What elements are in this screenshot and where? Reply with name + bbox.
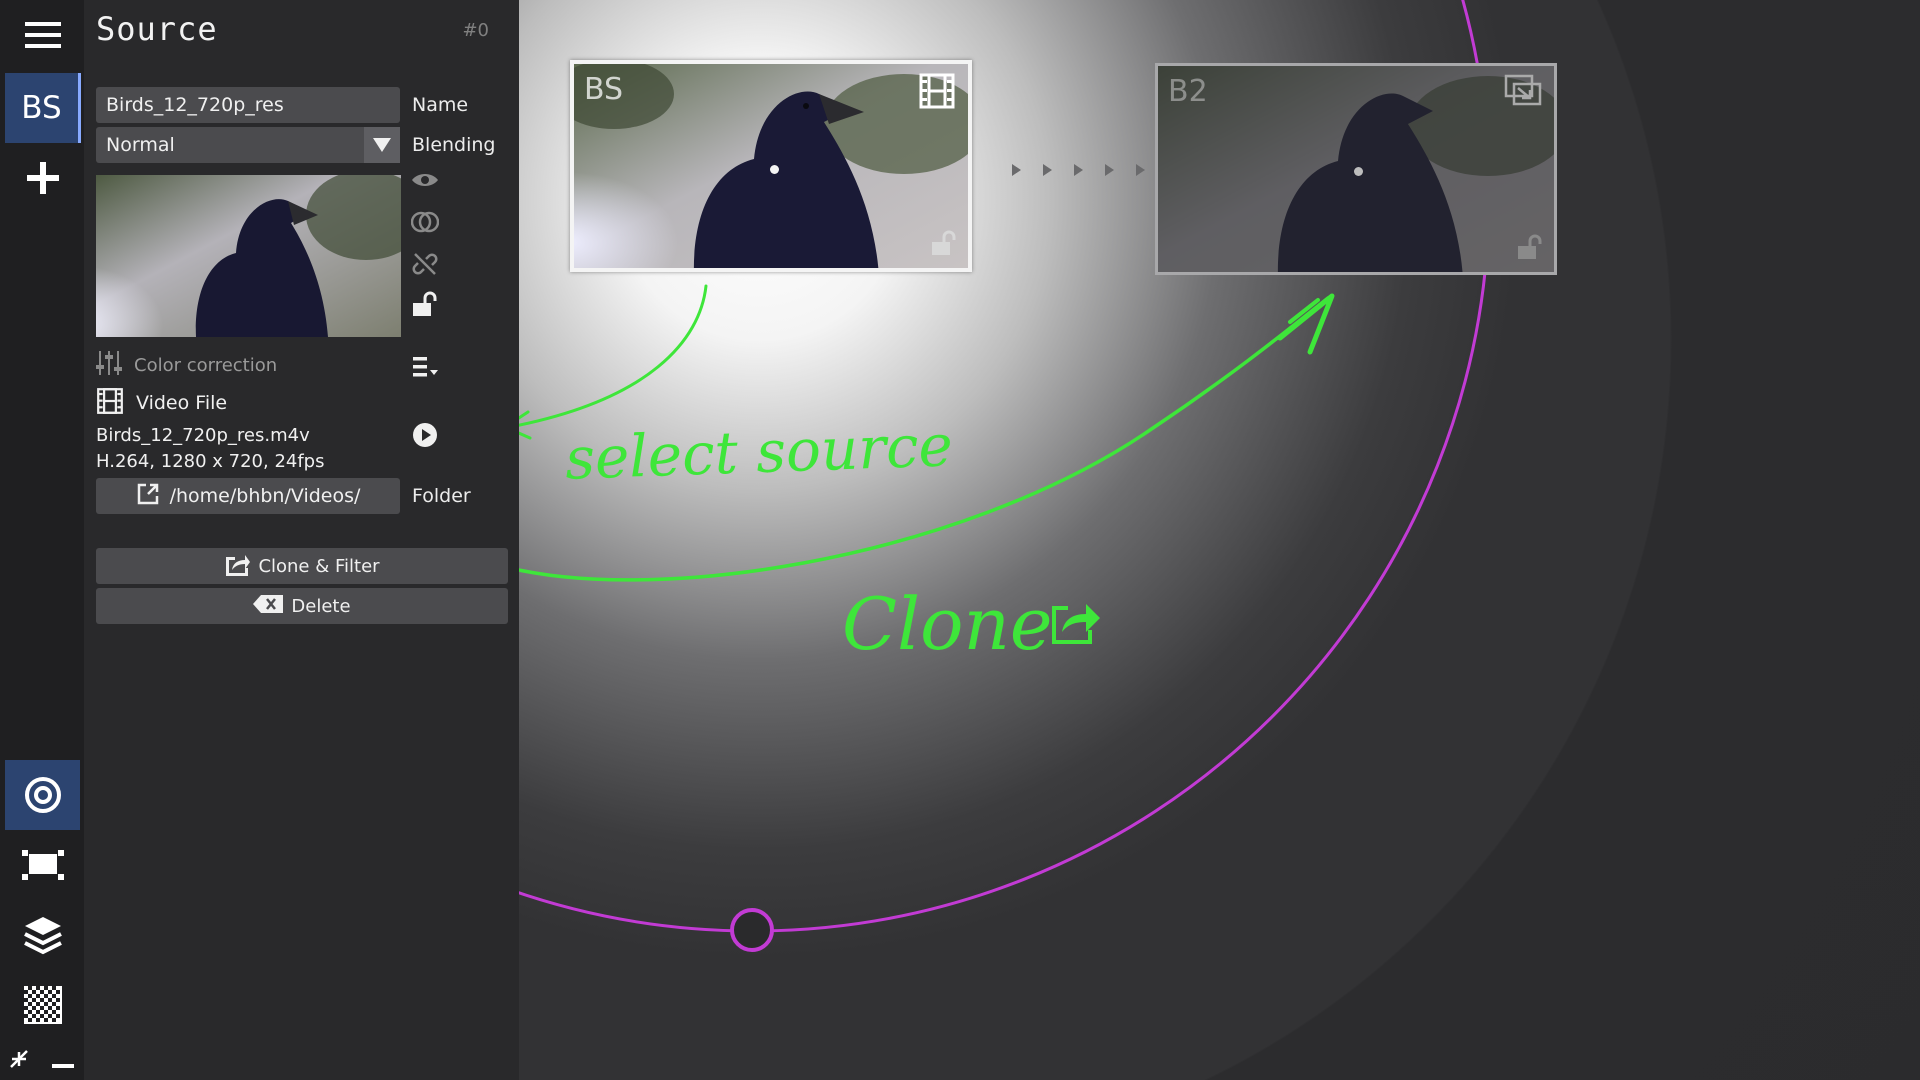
source-node-bs[interactable]: BS [570, 60, 972, 272]
color-correction-label: Color correction [134, 354, 278, 376]
menu-icon[interactable] [5, 0, 80, 70]
collapse-icon[interactable] [8, 1048, 30, 1074]
geometry-icon[interactable] [5, 830, 80, 900]
name-field[interactable]: Birds_12_720p_res [96, 87, 400, 123]
external-link-icon [136, 482, 160, 511]
clone-icon [224, 552, 251, 581]
panel-title: Source [96, 10, 218, 48]
name-label: Name [412, 94, 469, 116]
checkerboard-icon[interactable] [5, 970, 80, 1040]
folder-path: /home/bhbn/Videos/ [169, 485, 361, 507]
layers-icon[interactable] [5, 900, 80, 970]
node-center-dot [770, 165, 779, 174]
node-label: B2 [1168, 74, 1208, 109]
folder-label: Folder [412, 485, 471, 507]
minus-icon[interactable] [52, 1064, 74, 1068]
backspace-icon [253, 594, 284, 618]
node-label: BS [584, 72, 624, 107]
clone-filter-button[interactable]: Clone & Filter [96, 548, 508, 584]
annotation-clone: Clone [842, 582, 1053, 666]
clone-icon [1504, 74, 1542, 110]
play-icon[interactable] [410, 420, 440, 450]
blending-value: Normal [106, 134, 175, 156]
source-index: #0 [462, 20, 489, 41]
source-panel: Source #0 Birds_12_720p_res Name Normal … [84, 0, 519, 1080]
unlock-icon[interactable] [1516, 234, 1544, 264]
add-icon[interactable] [5, 143, 80, 213]
film-icon [96, 387, 124, 420]
source-tab-bs[interactable]: BS [5, 73, 81, 143]
eye-icon[interactable] [410, 165, 440, 195]
clone-filter-label: Clone & Filter [258, 555, 380, 577]
open-folder-button[interactable]: /home/bhbn/Videos/ [96, 478, 400, 514]
target-icon[interactable] [5, 760, 80, 830]
blending-select[interactable]: Normal [96, 127, 400, 163]
clone-node-b2[interactable]: B2 [1155, 63, 1557, 275]
source-preview [96, 175, 401, 337]
transparency-icon[interactable] [410, 207, 440, 237]
file-info: H.264, 1280 x 720, 24fps [96, 451, 325, 472]
left-toolbar: BS [0, 0, 84, 1080]
node-center-dot [1354, 167, 1363, 176]
unlock-icon[interactable] [410, 289, 440, 319]
delete-button[interactable]: Delete [96, 588, 508, 624]
video-file-row: Video File [96, 387, 228, 420]
sliders-icon [96, 350, 122, 380]
list-menu-icon[interactable] [410, 352, 440, 382]
delete-label: Delete [291, 595, 351, 617]
video-file-label: Video File [136, 392, 228, 414]
blending-label: Blending [412, 134, 496, 156]
file-name: Birds_12_720p_res.m4v [96, 425, 310, 446]
unlink-icon[interactable] [410, 249, 440, 279]
film-icon [918, 72, 956, 114]
chevron-down-icon[interactable] [364, 127, 400, 163]
annotation-select-source: select source [563, 411, 954, 493]
unlock-icon[interactable] [930, 230, 958, 260]
color-correction-row[interactable]: Color correction [96, 350, 277, 380]
